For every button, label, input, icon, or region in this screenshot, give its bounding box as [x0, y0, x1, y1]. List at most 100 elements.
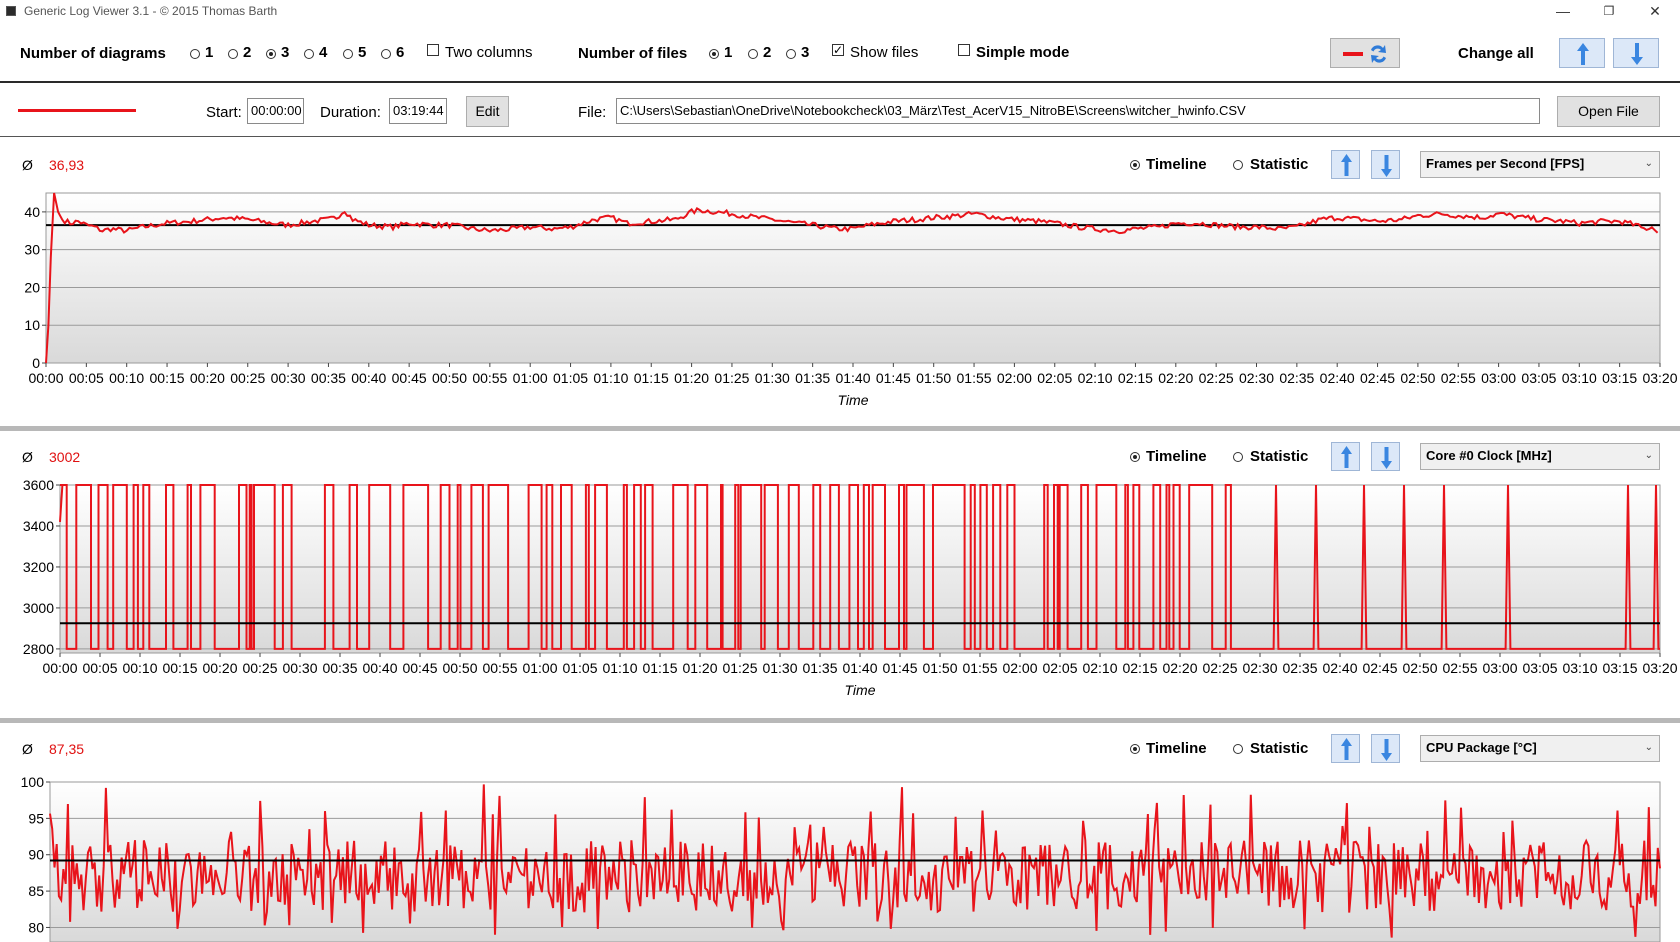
- start-input[interactable]: 00:00:00: [247, 98, 304, 124]
- duration-input[interactable]: 03:19:44: [389, 98, 447, 124]
- y-tick-label: 3600: [23, 477, 54, 493]
- restore-button[interactable]: ❐: [1586, 0, 1632, 24]
- statistic-radio[interactable]: [1233, 452, 1243, 462]
- statistic-label: Statistic: [1250, 156, 1309, 173]
- diagram-count-radio-5[interactable]: [343, 49, 353, 59]
- move-down-button[interactable]: [1371, 734, 1400, 763]
- statistic-radio[interactable]: [1233, 744, 1243, 754]
- move-up-button[interactable]: [1331, 734, 1360, 763]
- diagram-count-radio-1[interactable]: [190, 49, 200, 59]
- diagram-count-radio-label: 5: [358, 44, 367, 61]
- average-value: 87,35: [49, 741, 85, 757]
- x-tick-label: 00:45: [392, 370, 427, 386]
- y-tick-label: 30: [24, 242, 40, 258]
- x-tick-label: 00:05: [69, 370, 104, 386]
- x-tick-label: 02:30: [1242, 660, 1277, 676]
- file-count-radio-3[interactable]: [786, 49, 796, 59]
- move-up-button[interactable]: [1331, 442, 1360, 471]
- diagram-count-radio-label: 2: [243, 44, 252, 61]
- file-count-radio-2[interactable]: [748, 49, 758, 59]
- x-tick-label: 02:05: [1037, 370, 1072, 386]
- diagram-count-radio-6[interactable]: [381, 49, 391, 59]
- x-tick-label: 02:25: [1199, 370, 1234, 386]
- move-up-button[interactable]: [1331, 150, 1360, 179]
- number-of-files-label: Number of files: [578, 45, 688, 62]
- arrow-up-icon: [1341, 446, 1352, 468]
- x-tick-label: 01:25: [722, 660, 757, 676]
- arrow-up-icon: [1341, 154, 1352, 176]
- timeline-radio[interactable]: [1130, 744, 1140, 754]
- x-tick-label: 01:45: [876, 370, 911, 386]
- sensor-select-value: CPU Package [°C]: [1426, 740, 1537, 755]
- edit-button[interactable]: Edit: [466, 96, 509, 127]
- file-path-input[interactable]: C:\Users\Sebastian\OneDrive\Notebookchec…: [616, 98, 1540, 124]
- file-count-radio-label: 3: [801, 44, 810, 61]
- diagram-count-radio-3[interactable]: [266, 49, 276, 59]
- x-tick-label: 01:55: [957, 370, 992, 386]
- x-tick-label: 00:10: [122, 660, 157, 676]
- sensor-select[interactable]: CPU Package [°C] ⌄: [1420, 735, 1660, 762]
- x-tick-label: 00:35: [322, 660, 357, 676]
- duration-label: Duration:: [320, 104, 381, 121]
- show-files-checkbox[interactable]: ✓: [832, 44, 844, 56]
- move-down-button[interactable]: [1371, 150, 1400, 179]
- simple-mode-checkbox[interactable]: [958, 44, 970, 56]
- panel-separator: [0, 426, 1680, 431]
- x-tick-label: 00:20: [202, 660, 237, 676]
- x-tick-label: 02:20: [1158, 370, 1193, 386]
- x-tick-label: 01:20: [674, 370, 709, 386]
- plot-area: [59, 484, 1661, 654]
- two-columns-checkbox[interactable]: [427, 44, 439, 56]
- change-all-up-button[interactable]: [1559, 38, 1605, 68]
- x-tick-label: 03:05: [1521, 370, 1556, 386]
- statistic-label: Statistic: [1250, 448, 1309, 465]
- x-tick-label: 02:55: [1442, 660, 1477, 676]
- x-tick-label: 00:25: [230, 370, 265, 386]
- x-tick-label: 00:30: [271, 370, 306, 386]
- x-tick-label: 03:10: [1562, 660, 1597, 676]
- y-tick-label: 0: [32, 355, 40, 371]
- x-tick-label: 03:20: [1642, 370, 1677, 386]
- x-tick-label: 00:50: [432, 370, 467, 386]
- minimize-button[interactable]: —: [1540, 0, 1586, 24]
- swap-color-button[interactable]: [1330, 38, 1400, 68]
- y-tick-label: 100: [21, 774, 45, 790]
- core-clock-chart[interactable]: 2800 3000 3200 3400 3600 00:00 00:05 00:10 00:15…: [0, 477, 1680, 707]
- sensor-select[interactable]: Frames per Second [FPS] ⌄: [1420, 151, 1660, 178]
- fps-chart[interactable]: 0 10 20 30 40 00:00 00:05 00:10 00:15 00:20 00:25 0…: [0, 185, 1680, 415]
- cpu-package-chart[interactable]: 80 85 90 95 100: [0, 770, 1680, 942]
- x-tick-label: 01:40: [835, 370, 870, 386]
- arrow-up-icon: [1577, 43, 1589, 65]
- x-tick-label: 01:15: [634, 370, 669, 386]
- x-tick-label: 01:05: [553, 370, 588, 386]
- sensor-select-value: Frames per Second [FPS]: [1426, 156, 1585, 171]
- sensor-select[interactable]: Core #0 Clock [MHz] ⌄: [1420, 443, 1660, 470]
- series-color-swatch[interactable]: [18, 109, 136, 112]
- x-tick-label: 02:00: [997, 370, 1032, 386]
- average-symbol: Ø: [22, 741, 33, 757]
- diagram-count-radio-2[interactable]: [228, 49, 238, 59]
- move-down-button[interactable]: [1371, 442, 1400, 471]
- diagram-count-radio-label: 1: [205, 44, 214, 61]
- panel-separator: [0, 718, 1680, 723]
- timeline-label: Timeline: [1146, 448, 1207, 465]
- x-tick-label: 00:15: [162, 660, 197, 676]
- diagram-count-radio-4[interactable]: [304, 49, 314, 59]
- statistic-radio[interactable]: [1233, 160, 1243, 170]
- close-button[interactable]: ✕: [1632, 0, 1678, 24]
- change-all-down-button[interactable]: [1613, 38, 1659, 68]
- start-label: Start:: [206, 104, 242, 121]
- file-count-radio-1[interactable]: [709, 49, 719, 59]
- x-tick-label: 02:45: [1360, 370, 1395, 386]
- x-tick-label: 00:00: [42, 660, 77, 676]
- timeline-radio[interactable]: [1130, 160, 1140, 170]
- two-columns-label: Two columns: [445, 44, 533, 61]
- arrow-up-icon: [1341, 738, 1352, 760]
- timeline-radio[interactable]: [1130, 452, 1140, 462]
- x-axis-label: Time: [845, 682, 876, 698]
- x-tick-label: 02:50: [1402, 660, 1437, 676]
- open-file-button[interactable]: Open File: [1557, 96, 1660, 127]
- x-tick-label: 01:15: [642, 660, 677, 676]
- average-symbol: Ø: [22, 449, 33, 465]
- x-axis-label: Time: [838, 392, 869, 408]
